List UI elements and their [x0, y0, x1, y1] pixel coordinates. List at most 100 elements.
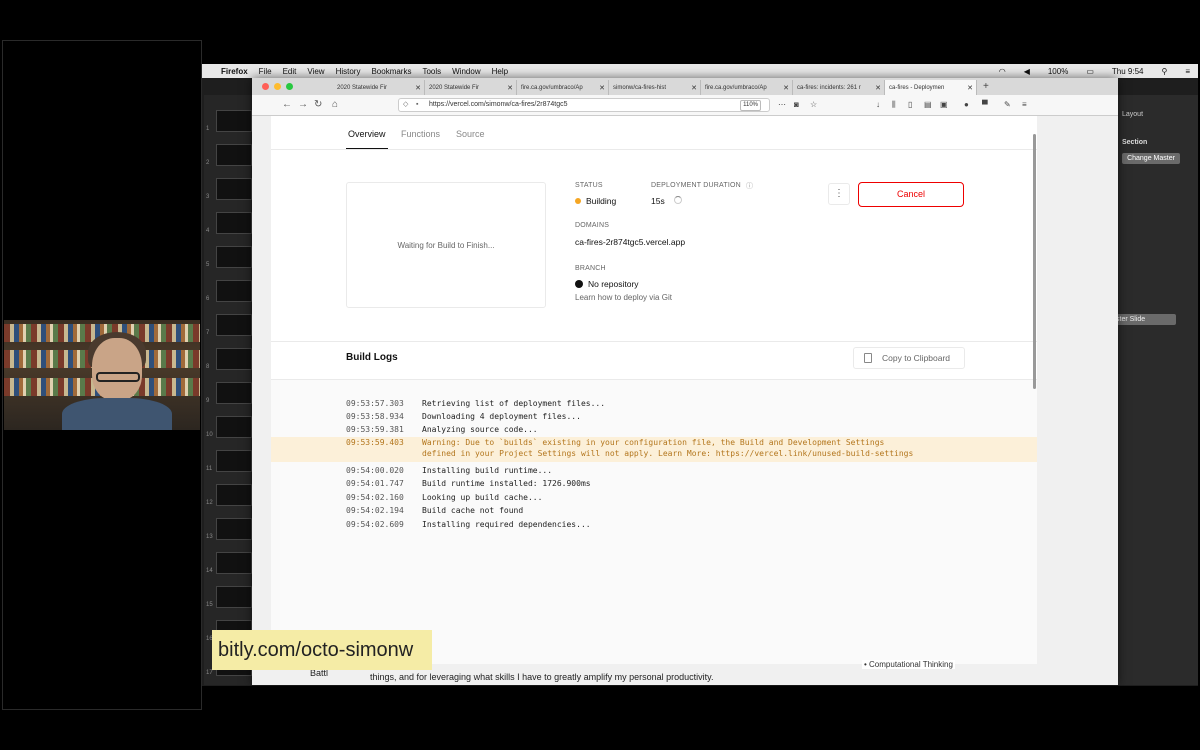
- pocket-icon[interactable]: ◙: [794, 100, 799, 109]
- build-log-output[interactable]: 09:53:57.303 Retrieving list of deploymen…: [271, 379, 1037, 664]
- tab-functions[interactable]: Functions: [401, 129, 440, 139]
- close-tab-icon[interactable]: ✕: [415, 84, 421, 92]
- store-icon[interactable]: ▀: [982, 100, 988, 109]
- log-line: 09:54:02.160 Looking up build cache...: [271, 491, 1037, 504]
- forward-icon[interactable]: →: [298, 99, 308, 110]
- menu-app-name[interactable]: Firefox: [221, 67, 248, 76]
- slide-thumbnail[interactable]: [216, 586, 252, 608]
- tab-5[interactable]: fire.ca.gov/umbraco/Ap ✕: [701, 80, 793, 95]
- vercel-deployment-page: Overview Functions Source Waiting for Bu…: [271, 116, 1037, 664]
- reload-icon[interactable]: ↻: [314, 99, 322, 110]
- status-value: Building: [586, 196, 617, 206]
- slide-number: 1: [206, 126, 210, 132]
- more-options-button[interactable]: ⋮: [828, 183, 850, 205]
- slide-thumbnail[interactable]: [216, 246, 252, 268]
- close-tab-icon[interactable]: ✕: [507, 84, 513, 92]
- slide-thumbnail[interactable]: [216, 552, 252, 574]
- tab-6[interactable]: ca-fires: incidents: 261 r ✕: [793, 80, 885, 95]
- page-scrollbar[interactable]: [1033, 134, 1036, 389]
- minimize-window-icon[interactable]: [274, 83, 281, 90]
- slide-thumbnail[interactable]: [216, 178, 252, 200]
- battery-icon[interactable]: ▭: [1086, 67, 1094, 76]
- log-message: Build cache not found: [422, 506, 524, 515]
- lock-icon[interactable]: ▪: [416, 99, 418, 111]
- slide-thumbnail[interactable]: [216, 144, 252, 166]
- control-center-icon[interactable]: ≡: [1185, 67, 1190, 76]
- slide-thumbnail[interactable]: [216, 484, 252, 506]
- log-message: Installing required dependencies...: [422, 520, 591, 529]
- close-tab-icon[interactable]: ✕: [783, 84, 789, 92]
- url-bar[interactable]: ◇ ▪ https://vercel.com/simonw/ca-fires/2…: [398, 98, 770, 112]
- change-master-button[interactable]: Change Master: [1122, 153, 1180, 164]
- slide-number: 6: [206, 296, 210, 302]
- slide-number: 4: [206, 228, 210, 234]
- slide-thumbnail[interactable]: [216, 280, 252, 302]
- log-line: 09:53:58.934 Downloading 4 deployment fil…: [271, 410, 1037, 423]
- menu-bookmarks[interactable]: Bookmarks: [371, 67, 411, 76]
- addon-icon[interactable]: ✎: [1004, 100, 1011, 109]
- slide-number: 8: [206, 364, 210, 370]
- extension-icon[interactable]: ▤: [924, 100, 932, 109]
- tab-3[interactable]: fire.ca.gov/umbraco/Ap ✕: [517, 80, 609, 95]
- home-icon[interactable]: ⌂: [332, 99, 338, 110]
- slide-thumbnail[interactable]: [216, 348, 252, 370]
- sidebar-icon[interactable]: ▯: [908, 100, 912, 109]
- deployment-preview[interactable]: Waiting for Build to Finish...: [346, 182, 546, 308]
- slide-thumbnail[interactable]: [216, 518, 252, 540]
- library-icon[interactable]: ⫼: [892, 100, 896, 110]
- menu-window[interactable]: Window: [452, 67, 480, 76]
- search-icon[interactable]: ⚲: [1161, 67, 1167, 76]
- tab-overview[interactable]: Overview: [348, 129, 386, 139]
- slide-thumbnail[interactable]: [216, 110, 252, 132]
- battery-text[interactable]: 100%: [1048, 67, 1068, 76]
- close-tab-icon[interactable]: ✕: [875, 84, 881, 92]
- menu-tools[interactable]: Tools: [422, 67, 441, 76]
- slide-thumbnail[interactable]: [216, 314, 252, 336]
- menu-view[interactable]: View: [307, 67, 324, 76]
- tab-1[interactable]: 2020 Statewide Fir ✕: [333, 80, 425, 95]
- copy-to-clipboard-button[interactable]: Copy to Clipboard: [853, 347, 965, 369]
- bg-bullet: • Computational Thinking: [862, 660, 955, 669]
- close-tab-icon[interactable]: ✕: [967, 84, 973, 92]
- tab-2[interactable]: 2020 Statewide Fir ✕: [425, 80, 517, 95]
- screenshot-icon[interactable]: ▣: [940, 100, 948, 109]
- back-icon[interactable]: ←: [282, 99, 292, 110]
- menu-icon[interactable]: ≡: [1022, 100, 1027, 109]
- menu-history[interactable]: History: [336, 67, 361, 76]
- tab-label: 2020 Statewide Fir: [429, 84, 480, 91]
- overlay-link-label: bitly.com/octo-simonw: [212, 630, 432, 670]
- tab-active[interactable]: ca-fires - Deploymen ✕: [885, 80, 977, 95]
- zoom-window-icon[interactable]: [286, 83, 293, 90]
- tab-label: ca-fires - Deploymen: [889, 84, 945, 91]
- star-icon[interactable]: ☆: [810, 100, 817, 109]
- download-icon[interactable]: ↓: [876, 100, 880, 109]
- slide-thumbnail[interactable]: [216, 416, 252, 438]
- menu-help[interactable]: Help: [492, 67, 508, 76]
- volume-icon[interactable]: ◀: [1024, 67, 1030, 76]
- github-icon: [575, 280, 583, 288]
- page-actions-icon[interactable]: ⋯: [778, 100, 786, 109]
- new-tab-icon[interactable]: +: [983, 81, 989, 92]
- close-tab-icon[interactable]: ✕: [599, 84, 605, 92]
- master-slide-button[interactable]: ster Slide: [1112, 314, 1176, 325]
- slide-thumbnail[interactable]: [216, 450, 252, 472]
- clock[interactable]: Thu 9:54: [1112, 67, 1144, 76]
- menu-edit[interactable]: Edit: [283, 67, 297, 76]
- slide-thumbnail[interactable]: [216, 382, 252, 404]
- tab-source[interactable]: Source: [456, 129, 485, 139]
- menu-file[interactable]: File: [259, 67, 272, 76]
- zoom-level[interactable]: 110%: [740, 100, 761, 111]
- tab-4[interactable]: simonw/ca-fires-hist ✕: [609, 80, 701, 95]
- domain-link[interactable]: ca-fires-2r874tgc5.vercel.app: [575, 237, 685, 247]
- shield-icon[interactable]: ◇: [403, 99, 408, 111]
- spinner-icon: [674, 196, 682, 204]
- slide-thumbnail[interactable]: [216, 212, 252, 234]
- github-icon[interactable]: ●: [964, 100, 969, 109]
- slide-number: 7: [206, 330, 210, 336]
- close-window-icon[interactable]: [262, 83, 269, 90]
- close-tab-icon[interactable]: ✕: [691, 84, 697, 92]
- wifi-icon[interactable]: ◠: [999, 67, 1006, 76]
- deploy-via-git-link[interactable]: Learn how to deploy via Git: [575, 293, 672, 302]
- info-icon[interactable]: ⓘ: [746, 181, 753, 191]
- cancel-button[interactable]: Cancel: [858, 182, 964, 207]
